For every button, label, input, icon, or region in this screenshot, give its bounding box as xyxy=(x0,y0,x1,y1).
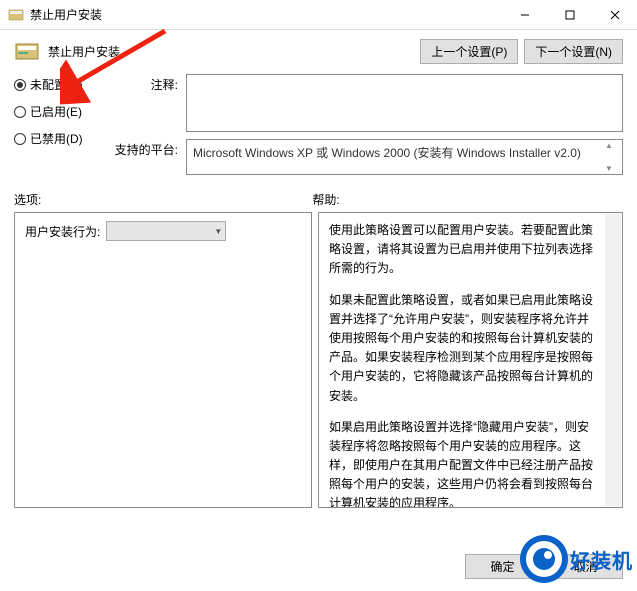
platform-scroll[interactable]: ▲ ▼ xyxy=(605,141,621,173)
help-paragraph: 使用此策略设置可以配置用户安装。若要配置此策略设置，请将其设置为已启用并使用下拉… xyxy=(329,221,596,279)
help-paragraph: 如果未配置此策略设置，或者如果已启用此策略设置并选择了“允许用户安装”，则安装程… xyxy=(329,291,596,406)
titlebar: 禁止用户安装 xyxy=(0,0,637,30)
section-labels: 选项: 帮助: xyxy=(0,181,637,212)
chevron-down-icon: ▼ xyxy=(214,227,222,236)
radio-enabled[interactable]: 已启用(E) xyxy=(14,103,112,120)
maximize-button[interactable] xyxy=(547,0,592,30)
radio-icon xyxy=(14,106,26,118)
platform-text: Microsoft Windows XP 或 Windows 2000 (安装有… xyxy=(193,146,581,160)
state-radio-group: 未配置(C) 已启用(E) 已禁用(D) xyxy=(14,74,112,147)
comment-textarea[interactable] xyxy=(186,74,623,132)
help-paragraph: 如果启用此策略设置并选择“隐藏用户安装”，则安装程序将忽略按照每个用户安装的应用… xyxy=(329,418,596,508)
user-install-behavior-label: 用户安装行为: xyxy=(25,223,100,240)
platform-label: 支持的平台: xyxy=(112,139,186,158)
watermark-logo: 好装机 xyxy=(520,535,633,583)
app-icon xyxy=(8,7,24,23)
radio-icon xyxy=(14,133,26,145)
header-title: 禁止用户安装 xyxy=(48,43,120,60)
radio-label: 已启用(E) xyxy=(30,103,82,120)
help-label: 帮助: xyxy=(312,191,339,208)
comment-label: 注释: xyxy=(112,74,186,93)
close-button[interactable] xyxy=(592,0,637,30)
radio-icon xyxy=(14,79,26,91)
watermark-text: 好装机 xyxy=(570,545,633,574)
supported-platform-box: Microsoft Windows XP 或 Windows 2000 (安装有… xyxy=(186,139,623,175)
radio-disabled[interactable]: 已禁用(D) xyxy=(14,130,112,147)
user-install-behavior-combo[interactable]: ▼ xyxy=(106,221,226,241)
window-title: 禁止用户安装 xyxy=(30,6,102,23)
radio-label: 未配置(C) xyxy=(30,76,83,93)
prev-setting-button[interactable]: 上一个设置(P) xyxy=(420,39,518,64)
help-panel: 使用此策略设置可以配置用户安装。若要配置此策略设置，请将其设置为已启用并使用下拉… xyxy=(318,212,623,508)
chevron-up-icon: ▲ xyxy=(605,141,621,150)
config-area: 未配置(C) 已启用(E) 已禁用(D) 注释: 支持的平台: Micr xyxy=(0,70,637,175)
next-setting-button[interactable]: 下一个设置(N) xyxy=(524,39,623,64)
help-scrollbar[interactable] xyxy=(605,214,621,506)
policy-icon xyxy=(14,38,40,64)
header: 禁止用户安装 上一个设置(P) 下一个设置(N) xyxy=(0,30,637,70)
logo-icon xyxy=(520,535,568,583)
radio-not-configured[interactable]: 未配置(C) xyxy=(14,76,112,93)
options-panel: 用户安装行为: ▼ xyxy=(14,212,312,508)
radio-label: 已禁用(D) xyxy=(30,130,83,147)
options-label: 选项: xyxy=(14,191,312,208)
minimize-button[interactable] xyxy=(502,0,547,30)
chevron-down-icon: ▼ xyxy=(605,164,621,173)
